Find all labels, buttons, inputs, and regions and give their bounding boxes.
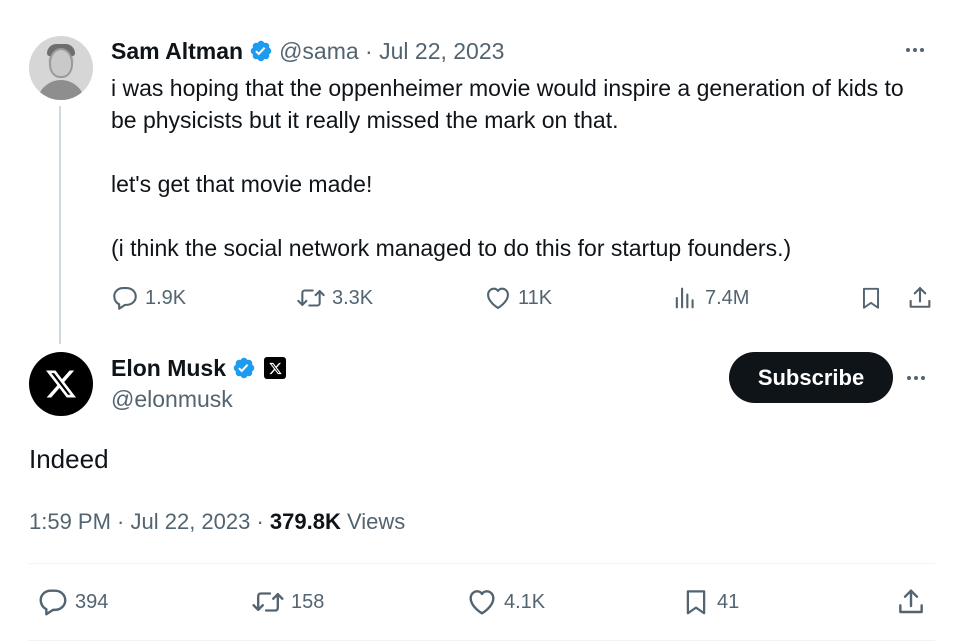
divider [29, 640, 935, 641]
bookmark-button[interactable] [858, 282, 884, 314]
reply-icon [113, 287, 137, 310]
thread-connector-line [59, 106, 61, 344]
reply-icon [39, 589, 67, 616]
reply-button[interactable]: 1.9K [111, 282, 186, 314]
x-logo-icon [46, 370, 76, 398]
like-button[interactable]: 11K [484, 282, 552, 314]
parent-tweet-header: Sam Altman @sama · Jul 22, 2023 [111, 36, 504, 66]
share-button[interactable] [895, 584, 927, 620]
repost-count: 158 [291, 590, 325, 613]
parent-author-name[interactable]: Sam Altman [111, 38, 243, 65]
main-tweet-text: Indeed [29, 444, 109, 474]
parent-more-button[interactable] [906, 48, 924, 52]
tweet-paragraph: i was hoping that the oppenheimer movie … [111, 75, 904, 133]
like-icon [469, 590, 495, 615]
main-tweet-author-row: Elon Musk [111, 352, 287, 384]
tweet-paragraph: let's get that movie made! [111, 171, 373, 197]
repost-icon [297, 289, 325, 307]
share-icon [899, 589, 923, 614]
tweet-paragraph: (i think the social network managed to d… [111, 235, 792, 261]
like-count: 4.1K [504, 590, 546, 613]
main-tweet-timestamp: 1:59 PM · Jul 22, 2023 · 379.8K Views [29, 509, 405, 535]
like-icon [487, 287, 509, 309]
views-button[interactable]: 7.4M [671, 282, 749, 314]
bookmark-icon [686, 590, 706, 615]
share-button[interactable] [906, 282, 934, 314]
bookmark-icon [862, 287, 880, 309]
main-more-button[interactable] [907, 376, 925, 380]
verified-badge-icon [233, 357, 255, 379]
x-affiliation-badge-icon[interactable] [264, 357, 287, 379]
repost-button[interactable]: 158 [251, 584, 324, 620]
share-icon [909, 287, 931, 308]
repost-icon [252, 592, 284, 612]
subscribe-button[interactable]: Subscribe [729, 352, 893, 403]
main-author-handle[interactable]: @elonmusk [111, 386, 233, 413]
parent-tweet-text: i was hoping that the oppenheimer movie … [111, 72, 911, 264]
bookmark-count: 41 [717, 590, 740, 613]
elon-avatar[interactable] [29, 352, 93, 416]
main-author-name[interactable]: Elon Musk [111, 355, 226, 382]
bookmark-button[interactable]: 41 [681, 584, 739, 620]
main-action-bar: 394 158 4.1K 41 [29, 584, 939, 620]
parent-tweet-meta[interactable]: @sama · Jul 22, 2023 [279, 38, 504, 65]
repost-count: 3.3K [332, 286, 374, 309]
reply-count: 1.9K [145, 286, 187, 309]
reply-button[interactable]: 394 [37, 584, 108, 620]
repost-button[interactable]: 3.3K [296, 282, 373, 314]
reply-count: 394 [75, 590, 109, 613]
views-count: 7.4M [705, 286, 750, 309]
more-icon [906, 48, 924, 52]
main-views-count: 379.8K [269, 509, 341, 534]
more-icon [907, 376, 925, 380]
verified-badge-icon [250, 40, 272, 62]
like-button[interactable]: 4.1K [466, 584, 545, 620]
divider [29, 563, 935, 564]
like-count: 11K [518, 286, 553, 309]
time-date-link[interactable]: 1:59 PM · Jul 22, 2023 · [29, 509, 270, 534]
views-icon [675, 287, 694, 309]
parent-action-bar: 1.9K 3.3K 11K 7.4M [111, 282, 941, 314]
views-label: Views [340, 509, 406, 534]
sam-avatar[interactable] [29, 36, 93, 100]
